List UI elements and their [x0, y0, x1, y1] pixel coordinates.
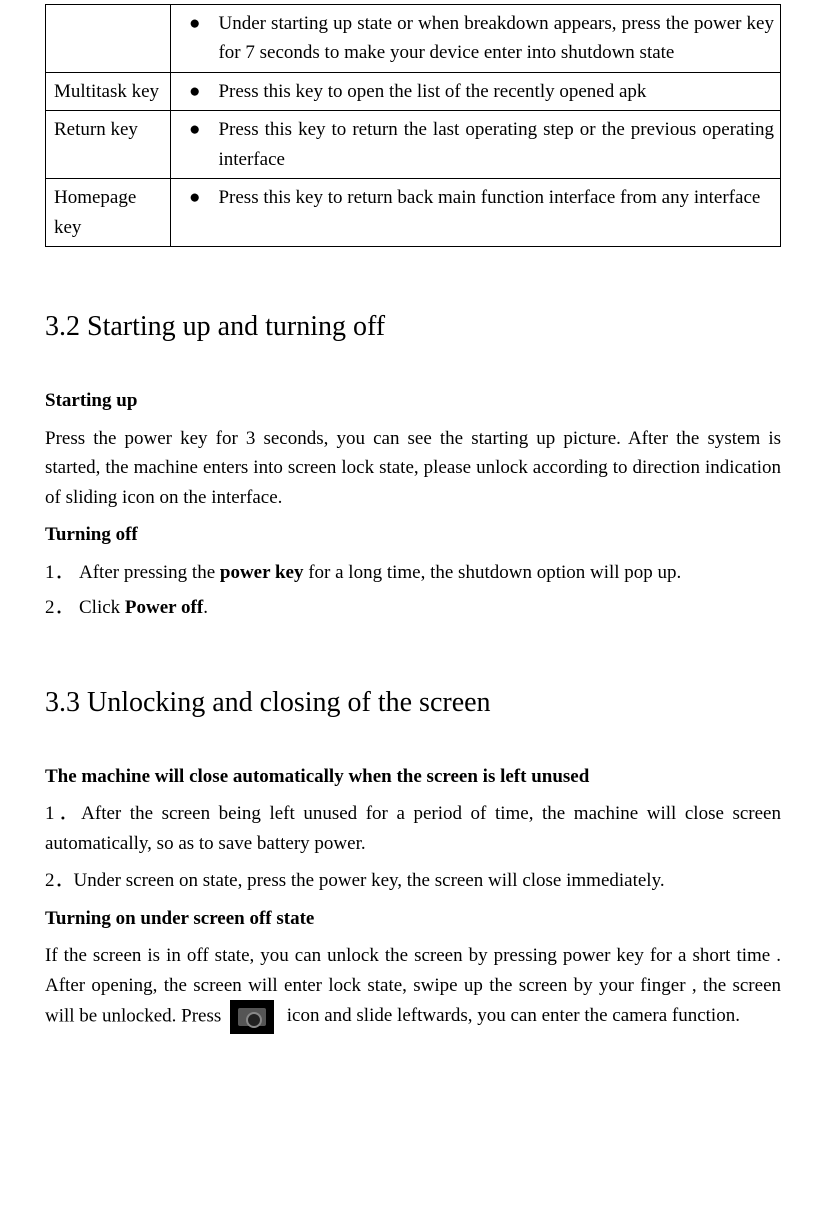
- paragraph: If the screen is in off state, you can u…: [45, 941, 781, 1034]
- bullet-icon: ●: [179, 183, 218, 212]
- desc-text: Press this key to return back main funct…: [218, 183, 774, 212]
- paragraph: Press the power key for 3 seconds, you c…: [45, 424, 781, 512]
- list-item: 1． After pressing the power key for a lo…: [45, 558, 781, 587]
- subhead-turning-off: Turning off: [45, 520, 781, 549]
- text: After pressing the: [79, 562, 220, 583]
- paragraph: 1．After the screen being left unused for…: [45, 799, 781, 858]
- bullet-icon: ●: [179, 9, 218, 38]
- text: After the screen being left unused for a…: [45, 803, 781, 853]
- bold-text: power key: [220, 562, 304, 583]
- desc-cell: ● Press this key to return back main fun…: [171, 179, 781, 247]
- keys-table: ● Under starting up state or when breakd…: [45, 4, 781, 247]
- camera-icon: [230, 1000, 274, 1034]
- bullet-icon: ●: [179, 77, 218, 106]
- table-row: ● Under starting up state or when breakd…: [46, 5, 781, 73]
- subhead-turning-on: Turning on under screen off state: [45, 904, 781, 933]
- paragraph: 2．Under screen on state, press the power…: [45, 866, 781, 895]
- subhead-starting-up: Starting up: [45, 386, 781, 415]
- list-number: 1．: [45, 558, 79, 587]
- list-number: 2．: [45, 593, 79, 622]
- subhead-auto-close: The machine will close automatically whe…: [45, 762, 781, 791]
- section-3-2-title: 3.2 Starting up and turning off: [45, 305, 781, 348]
- desc-text: Press this key to open the list of the r…: [218, 77, 774, 106]
- list-text: Click Power off.: [79, 593, 781, 622]
- list-text: After pressing the power key for a long …: [79, 558, 781, 587]
- table-row: Multitask key ● Press this key to open t…: [46, 72, 781, 110]
- bullet-icon: ●: [179, 115, 218, 144]
- desc-cell: ● Press this key to open the list of the…: [171, 72, 781, 110]
- key-cell: Multitask key: [46, 72, 171, 110]
- text: Click: [79, 597, 125, 618]
- table-row: Return key ● Press this key to return th…: [46, 111, 781, 179]
- text: icon and slide leftwards, you can enter …: [287, 1005, 740, 1026]
- list-number: 2．: [45, 870, 74, 891]
- text: Under screen on state, press the power k…: [74, 870, 665, 891]
- section-3-3-title: 3.3 Unlocking and closing of the screen: [45, 681, 781, 724]
- list-item: 2． Click Power off.: [45, 593, 781, 622]
- table-row: Homepage key ● Press this key to return …: [46, 179, 781, 247]
- bold-text: Power off: [125, 597, 203, 618]
- text: for a long time, the shutdown option wil…: [303, 562, 681, 583]
- list-number: 1．: [45, 803, 81, 824]
- desc-cell: ● Under starting up state or when breakd…: [171, 5, 781, 73]
- key-cell: Homepage key: [46, 179, 171, 247]
- text: .: [203, 597, 208, 618]
- desc-cell: ● Press this key to return the last oper…: [171, 111, 781, 179]
- desc-text: Under starting up state or when breakdow…: [218, 9, 774, 68]
- desc-text: Press this key to return the last operat…: [218, 115, 774, 174]
- key-cell: Return key: [46, 111, 171, 179]
- key-cell: [46, 5, 171, 73]
